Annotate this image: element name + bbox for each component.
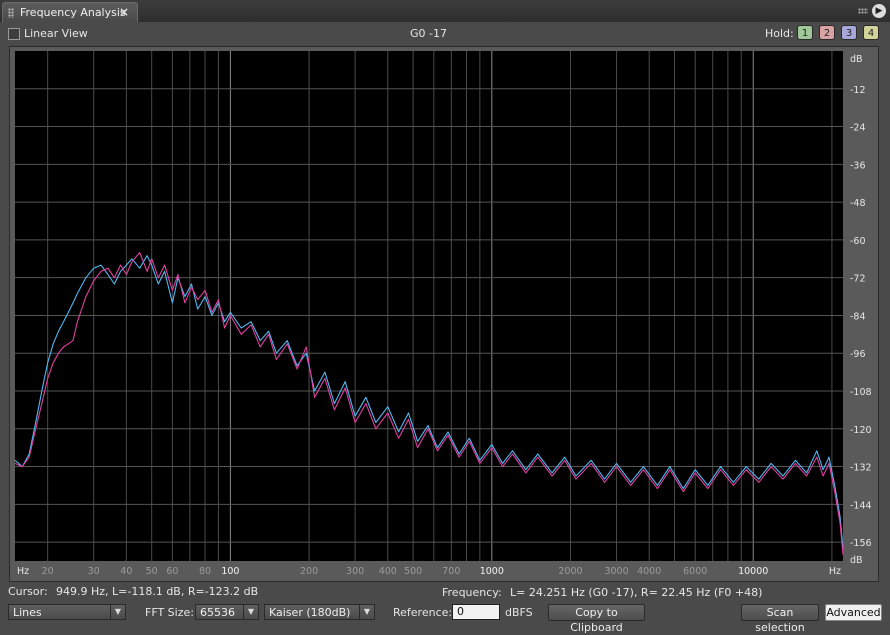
y-tick-label: -144 [850,500,872,511]
x-tick-label: 400 [379,566,397,577]
reference-label: Reference: [393,606,453,619]
y-unit-bottom: dB [850,555,863,566]
reference-input[interactable]: 0 [452,604,500,620]
y-tick-label: -108 [850,387,872,398]
y-tick-label: -96 [850,349,866,360]
y-tick-label: -60 [850,236,866,247]
display-mode-value: Lines [13,606,42,619]
frequency-readout: L= 24.251 Hz (G0 -17), R= 22.45 Hz (F0 +… [510,586,763,599]
chevron-down-icon: ▼ [243,605,258,619]
x-tick-label: 200 [300,566,318,577]
y-tick-label: -120 [850,425,872,436]
window-function-dropdown[interactable]: Kaiser (180dB) ▼ [264,604,375,620]
hold-button-4[interactable]: 4 [863,25,879,40]
x-tick-label: 1000 [480,566,504,577]
advanced-button[interactable]: Advanced [825,604,882,621]
y-tick-label: -24 [850,123,866,134]
x-tick-label: 4000 [637,566,661,577]
x-axis-labels: Hz 20 30 40 50 60 80 100 200 300 400 500 700 1000 2000… [17,566,841,577]
pitch-readout: G0 -17 [410,27,447,40]
x-tick-label: 700 [442,566,460,577]
x-tick-label: 50 [146,566,158,577]
cursor-label: Cursor: [8,585,48,598]
drag-grip-icon[interactable] [8,8,14,18]
y-tick-label: -132 [850,463,872,474]
chevron-down-icon: ▼ [359,605,374,619]
options-row: Linear View G0 -17 Hold: 1 2 3 4 [0,22,890,44]
hold-label: Hold: [765,27,794,40]
x-tick-label: 100 [221,566,239,577]
y-tick-label: -72 [850,274,866,285]
y-tick-label: -12 [850,85,866,96]
x-tick-label: 2000 [558,566,582,577]
x-tick-label: 3000 [604,566,628,577]
fft-size-label: FFT Size: [145,606,194,619]
hold-button-1[interactable]: 1 [797,25,813,40]
fft-size-value: 65536 [200,606,235,619]
copy-to-clipboard-button[interactable]: Copy to Clipboard [548,604,645,634]
linear-view-checkbox[interactable] [8,28,20,40]
tab-frequency-analysis[interactable]: Frequency Analysis × [2,2,138,22]
y-tick-label: -36 [850,160,866,171]
x-tick-label: 40 [120,566,132,577]
fft-size-dropdown[interactable]: 65536 ▼ [195,604,259,620]
hold-button-3[interactable]: 3 [841,25,857,40]
x-tick-label: 80 [199,566,211,577]
x-tick-label: 6000 [683,566,707,577]
x-unit-left: Hz [17,566,29,577]
spectrum-plot-frame: dB -12 -24 -36 -48 -60 -72 -84 -96 -108 -120 -132 -1… [9,46,879,582]
bottom-panel: Cursor: 949.9 Hz, L=-118.1 dB, R=-123.2 … [0,583,890,634]
x-unit-right: Hz [829,566,841,577]
frequency-spectrum-chart[interactable]: dB -12 -24 -36 -48 -60 -72 -84 -96 -108 -120 -132 -1… [10,47,878,581]
panel-grip-icon[interactable] [858,8,868,14]
plot-area[interactable] [15,51,843,561]
y-tick-label: -84 [850,311,866,322]
chevron-down-icon: ▼ [110,605,125,619]
display-mode-dropdown[interactable]: Lines ▼ [8,604,126,620]
x-tick-label: 300 [346,566,364,577]
tab-title: Frequency Analysis [20,6,126,19]
window-function-value: Kaiser (180dB) [269,606,351,619]
x-tick-label: 60 [166,566,178,577]
frequency-label: Frequency: [442,586,502,599]
y-tick-label: -156 [850,538,872,549]
panel-tab-bar: Frequency Analysis × ▶ [0,0,890,22]
x-tick-label: 10000 [738,566,768,577]
x-tick-label: 20 [42,566,54,577]
x-tick-label: 30 [88,566,100,577]
reference-unit: dBFS [505,606,533,619]
cursor-readout: 949.9 Hz, L=-118.1 dB, R=-123.2 dB [56,585,259,598]
y-axis-labels: dB -12 -24 -36 -48 -60 -72 -84 -96 -108 -120 -132 -1… [850,54,872,566]
linear-view-label[interactable]: Linear View [24,27,88,40]
panel-menu-icon[interactable]: ▶ [872,4,886,18]
scan-selection-button[interactable]: Scan selection [741,604,819,634]
x-tick-label: 500 [404,566,422,577]
close-icon[interactable]: × [119,5,129,19]
hold-button-2[interactable]: 2 [819,25,835,40]
y-unit-top: dB [850,54,863,65]
y-tick-label: -48 [850,198,866,209]
